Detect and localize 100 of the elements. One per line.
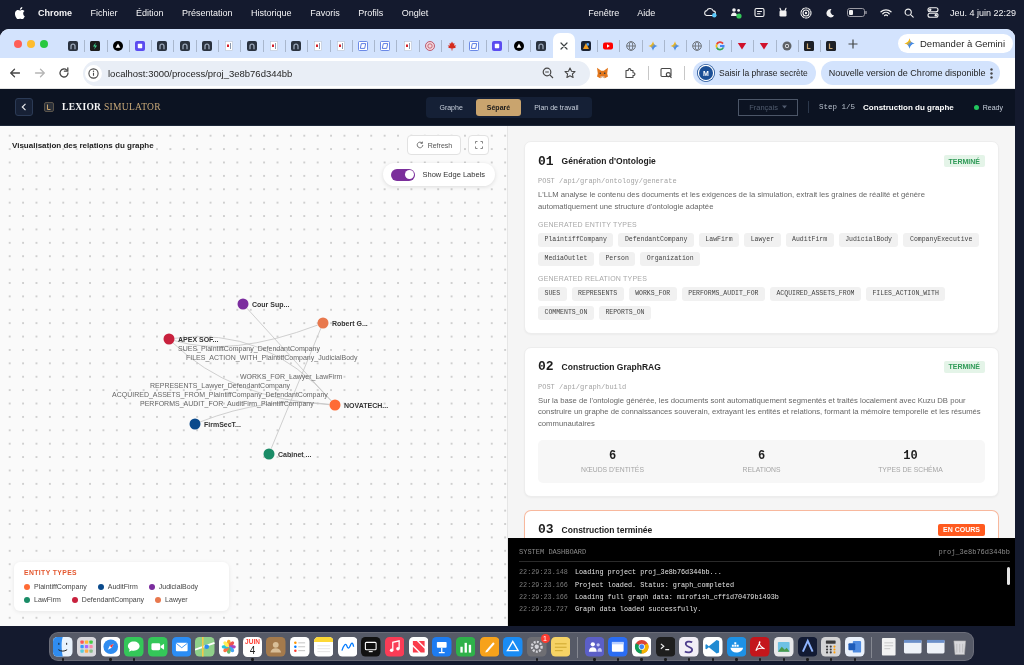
close-icon[interactable] [559, 41, 568, 50]
grid-icon[interactable] [76, 637, 97, 657]
robot-icon[interactable] [777, 7, 788, 18]
bookmark-page-icon [402, 40, 413, 51]
fullscreen-button[interactable] [468, 135, 490, 155]
bracket-tile-icon [803, 40, 814, 51]
info-icon[interactable] [85, 64, 102, 82]
graph-node[interactable] [237, 298, 249, 310]
step-title: Génération d'Ontologie [561, 156, 656, 166]
tab-search-icon[interactable] [660, 67, 673, 79]
ribbon-icon[interactable] [703, 637, 723, 657]
flower-icon[interactable] [219, 637, 239, 657]
plus-icon[interactable] [847, 38, 858, 49]
menu-item[interactable]: Favoris [310, 7, 340, 18]
note-box-icon[interactable] [754, 7, 766, 18]
pen-icon[interactable] [479, 637, 500, 657]
kebab-menu-icon[interactable] [990, 67, 994, 79]
photo-stack-icon[interactable] [774, 637, 794, 657]
window-icon[interactable] [608, 637, 628, 657]
star-icon[interactable] [564, 67, 576, 79]
arch-tile-icon [536, 40, 547, 51]
window-icon[interactable] [902, 637, 923, 657]
compass-icon[interactable] [100, 637, 121, 657]
moon-icon[interactable] [824, 7, 835, 18]
app-menu[interactable]: Chrome [38, 7, 72, 18]
puzzle-icon[interactable] [624, 67, 636, 79]
terminal-icon[interactable] [655, 637, 676, 657]
arch-tile-icon [246, 40, 257, 51]
bar-chart-icon[interactable] [455, 637, 476, 657]
notepad-icon[interactable] [313, 637, 334, 657]
graph-node[interactable] [163, 333, 175, 345]
menu-item[interactable]: Onglet [401, 7, 429, 18]
menu-item[interactable]: Aide [637, 7, 656, 18]
map-icon[interactable] [195, 637, 215, 657]
search-icon[interactable] [904, 7, 915, 18]
reload-icon[interactable] [58, 67, 70, 79]
face-tile-icon[interactable] [53, 637, 73, 657]
bracket-tile-icon [826, 40, 837, 51]
battery-icon[interactable] [847, 8, 868, 17]
checklist-icon[interactable] [290, 637, 310, 657]
people-icon[interactable] [729, 6, 742, 19]
podium-icon[interactable] [432, 637, 452, 657]
graph-node[interactable] [263, 448, 275, 460]
panel-title: Visualisation des relations du graphe [12, 140, 154, 150]
menu-item[interactable]: Fenêtre [588, 7, 620, 18]
graph-node[interactable] [317, 317, 329, 329]
zoom-dot-icon[interactable] [40, 39, 48, 48]
people-icon[interactable] [584, 637, 605, 657]
diagonal-tile-icon[interactable] [408, 637, 429, 657]
scrollbar-thumb[interactable] [1007, 567, 1010, 585]
sparkle-icon [904, 38, 915, 49]
cloud-icon[interactable] [703, 7, 718, 18]
document-tile-icon[interactable] [845, 637, 865, 657]
document-icon[interactable] [879, 637, 899, 657]
update-chip[interactable]: Nouvelle version de Chrome disponible [820, 61, 1001, 85]
video-camera-icon[interactable] [148, 637, 168, 657]
menu-bar-clock[interactable]: Jeu. 4 juin 22:29 [949, 7, 1016, 18]
ask-gemini-button[interactable]: Demander à Gemini [898, 34, 1013, 53]
zoom-out-icon[interactable] [542, 67, 554, 79]
address-bar[interactable]: localhost:3000/process/proj_3e8b76d344bb [83, 60, 590, 86]
menu-item[interactable]: Profils [358, 7, 384, 18]
segmented-circle-icon[interactable] [631, 637, 652, 657]
fox-icon[interactable] [596, 67, 609, 79]
person-silhouette-icon[interactable] [266, 637, 286, 657]
calculator-icon[interactable] [821, 637, 841, 657]
menu-item[interactable]: Fichier [90, 7, 118, 18]
wifi-icon[interactable] [879, 7, 892, 18]
globe-icon [625, 40, 636, 51]
arch-tile-icon [157, 40, 168, 51]
segmented-ring-icon [714, 40, 725, 51]
toggle-switch[interactable] [391, 168, 416, 181]
gear-icon[interactable] [527, 637, 547, 657]
chat-bubble-icon[interactable] [124, 637, 144, 657]
window-icon[interactable] [926, 637, 946, 657]
s-curve-icon[interactable] [679, 637, 699, 657]
triangle-circle-icon [514, 40, 525, 51]
minimize-dot-icon[interactable] [27, 39, 35, 48]
menu-item[interactable]: Présentation [182, 7, 233, 18]
back-icon[interactable] [9, 67, 21, 79]
scribble-icon[interactable] [337, 637, 357, 657]
close-dot-icon[interactable] [14, 39, 22, 48]
menu-item[interactable]: Historique [251, 7, 292, 18]
status-dot-icon [973, 104, 979, 110]
chevron-left-icon [21, 103, 27, 111]
step-title: Construction terminée [561, 524, 653, 535]
graph-node[interactable] [189, 418, 201, 430]
back-button[interactable] [15, 98, 33, 116]
music-note-icon[interactable] [384, 637, 405, 657]
apple-icon[interactable] [15, 6, 25, 19]
whale-icon[interactable] [726, 637, 747, 657]
toggles-icon[interactable] [926, 7, 939, 18]
graph-node[interactable] [329, 399, 341, 411]
peak-icon[interactable] [797, 637, 818, 657]
sticky-note-icon[interactable] [550, 637, 571, 657]
radar-icon[interactable] [800, 6, 813, 19]
triangle-tile-icon[interactable] [503, 637, 523, 657]
envelope-icon[interactable] [171, 637, 192, 657]
screen-icon[interactable] [361, 637, 381, 657]
menu-item[interactable]: Édition [136, 7, 164, 18]
swirl-tile-icon[interactable] [750, 637, 770, 657]
